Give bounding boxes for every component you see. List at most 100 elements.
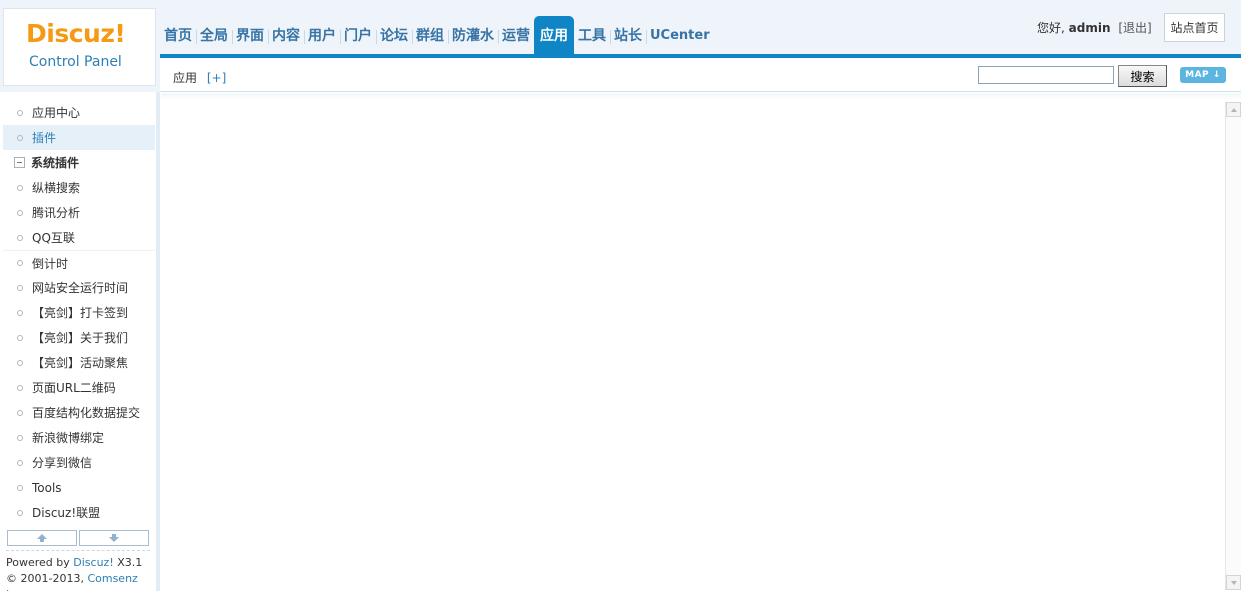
sidebar-item-label: 【亮剑】打卡签到 — [32, 306, 129, 320]
nav-item-7[interactable]: 群组 — [412, 16, 448, 54]
username: admin — [1068, 21, 1111, 35]
sidebar-scroll-controls — [7, 530, 149, 546]
scroll-down-button[interactable] — [79, 530, 149, 546]
bullet-icon — [17, 434, 23, 441]
bullet-icon — [17, 309, 23, 316]
sidebar-item[interactable]: 新浪微博绑定 — [3, 425, 155, 450]
nav-item-8[interactable]: 防灌水 — [448, 16, 498, 54]
sidebar-edge — [156, 92, 160, 591]
sidebar-item[interactable]: Discuz!联盟 — [3, 500, 155, 525]
bullet-icon — [17, 284, 23, 291]
sidebar-item-label: 倒计时 — [32, 256, 69, 271]
arrow-up-icon — [37, 534, 47, 542]
sidebar-item[interactable]: 【亮剑】打卡签到 — [3, 300, 155, 325]
logo[interactable]: Discuz! Control Panel — [3, 8, 156, 86]
nav-item-12[interactable]: 站长 — [610, 16, 646, 54]
search-input[interactable] — [978, 66, 1114, 84]
sidebar-item[interactable]: Tools — [3, 475, 155, 500]
logo-title: Discuz! — [26, 19, 126, 48]
bullet-icon — [17, 234, 23, 241]
bullet-icon — [17, 359, 23, 366]
sidebar-item[interactable]: 分享到微信 — [3, 450, 155, 475]
sidebar-item[interactable]: 百度结构化数据提交 — [3, 400, 155, 425]
nav-item-1[interactable]: 全局 — [196, 16, 232, 54]
bullet-icon — [17, 134, 23, 141]
sidebar-item-label: 腾讯分析 — [32, 206, 81, 220]
copyright-text: © 2001-2013, — [6, 572, 84, 585]
nav-item-3[interactable]: 内容 — [268, 16, 304, 54]
sidebar-item[interactable]: 应用中心 — [3, 100, 155, 125]
sidebar-item-label: 页面URL二维码 — [32, 381, 116, 395]
sidebar-item[interactable]: QQ互联 — [3, 225, 155, 250]
sidebar-item[interactable]: 腾讯分析 — [3, 200, 155, 225]
sidebar-item-label: 插件 — [32, 131, 57, 145]
sidebar-item-label: 【亮剑】活动聚焦 — [32, 356, 129, 370]
sidebar-item[interactable]: 【亮剑】关于我们 — [3, 325, 155, 350]
bullet-icon — [17, 409, 23, 416]
sidebar-divider — [6, 550, 150, 551]
nav-item-2[interactable]: 界面 — [232, 16, 268, 54]
triangle-up-icon — [1230, 107, 1237, 112]
sub-toolbar: 应用 [+] 搜索 MAP ↓ — [160, 58, 1241, 92]
sidebar-item-label: 网站安全运行时间 — [32, 281, 129, 295]
bullet-icon — [17, 384, 23, 391]
sidebar-item-label: 百度结构化数据提交 — [32, 406, 141, 420]
scroll-up-button[interactable] — [7, 530, 77, 546]
version-text: X3.1 — [117, 556, 143, 569]
nav-item-13[interactable]: UCenter — [646, 16, 714, 54]
sidebar-item[interactable]: 倒计时 — [3, 250, 155, 275]
sidebar-item[interactable]: 纵横搜索 — [3, 175, 155, 200]
arrow-down-icon — [109, 534, 119, 542]
breadcrumb: 应用 [+] — [173, 69, 226, 86]
discuz-link[interactable]: Discuz! — [73, 556, 113, 569]
nav-item-4[interactable]: 用户 — [304, 16, 340, 54]
sidebar-item[interactable]: 网站安全运行时间 — [3, 275, 155, 300]
site-home-button[interactable]: 站点首页 — [1164, 13, 1225, 42]
map-button[interactable]: MAP ↓ — [1180, 67, 1226, 83]
nav-item-11[interactable]: 工具 — [574, 16, 610, 54]
nav-item-9[interactable]: 运营 — [498, 16, 534, 54]
bullet-icon — [17, 484, 23, 491]
sidebar-item-label: 新浪微博绑定 — [32, 431, 105, 445]
sidebar-footer: Powered by Discuz! X3.1 © 2001-2013, Com… — [6, 555, 159, 591]
sidebar-item-label: Discuz!联盟 — [32, 506, 101, 520]
breadcrumb-current: 应用 — [173, 71, 198, 85]
sidebar-item-label: Tools — [32, 480, 62, 495]
sidebar-item-label: 【亮剑】关于我们 — [32, 331, 129, 345]
bullet-icon — [17, 184, 23, 191]
bullet-icon — [17, 509, 23, 516]
sidebar-item-label: 系统插件 — [31, 156, 80, 170]
main-content — [161, 93, 1241, 591]
nav-item-6[interactable]: 论坛 — [376, 16, 412, 54]
scrollbar-down-arrow[interactable] — [1226, 575, 1241, 590]
sidebar-item-label: QQ互联 — [32, 231, 75, 245]
bullet-icon — [17, 260, 23, 266]
bullet-icon — [17, 334, 23, 341]
add-shortcut-link[interactable]: [+] — [207, 71, 226, 85]
sidebar: 应用中心插件系统插件纵横搜索腾讯分析 QQ互联倒计时网站安全运行时间 【亮剑】打卡签… — [0, 92, 160, 591]
content-top-shade — [161, 93, 1241, 101]
user-info: 您好, admin [退出] — [1037, 19, 1152, 36]
sidebar-menu: 应用中心插件系统插件纵横搜索腾讯分析 QQ互联倒计时网站安全运行时间 【亮剑】打卡签… — [3, 100, 155, 525]
nav-item-0[interactable]: 首页 — [160, 16, 196, 54]
powered-by-text: Powered by — [6, 556, 70, 569]
sidebar-item-label: 纵横搜索 — [32, 181, 81, 195]
sidebar-item-label: 分享到微信 — [32, 456, 93, 470]
content-scrollbar[interactable] — [1225, 102, 1241, 590]
search-button[interactable]: 搜索 — [1118, 65, 1167, 87]
scrollbar-up-arrow[interactable] — [1226, 102, 1241, 117]
greeting: 您好, — [1037, 21, 1065, 35]
main-nav: 首页 全局 界面 内容 用户 门户 论坛 群组 防灌水 运营 应用 工具 站长 UCenter — [160, 16, 714, 54]
logout-link[interactable]: [退出] — [1118, 21, 1151, 35]
sidebar-group-header[interactable]: 系统插件 — [3, 150, 155, 175]
bullet-icon — [17, 209, 23, 216]
sidebar-item[interactable]: 页面URL二维码 — [3, 375, 155, 400]
nav-item-5[interactable]: 门户 — [340, 16, 376, 54]
sidebar-item[interactable]: 插件 — [3, 125, 155, 150]
sidebar-item[interactable]: 【亮剑】活动聚焦 — [3, 350, 155, 375]
nav-item-10[interactable]: 应用 — [534, 16, 574, 54]
logo-subtitle: Control Panel — [29, 54, 122, 70]
sidebar-item-label: 应用中心 — [32, 106, 81, 120]
collapse-icon[interactable] — [14, 157, 25, 168]
bullet-icon — [17, 109, 23, 116]
